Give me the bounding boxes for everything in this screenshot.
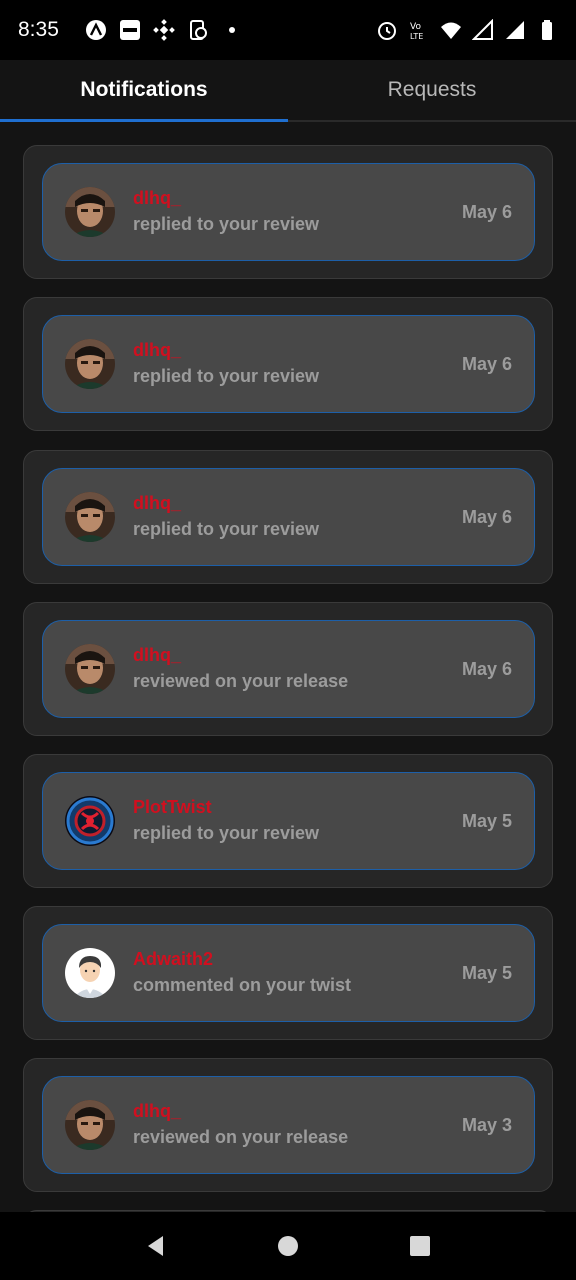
notification-card: dlhq_ replied to your review May 6 xyxy=(23,450,553,584)
avatar[interactable] xyxy=(65,187,115,237)
avatar[interactable] xyxy=(65,1100,115,1150)
notification-list: dlhq_ replied to your review May 6 dlhq_… xyxy=(0,124,576,1212)
notification-date: May 3 xyxy=(461,1114,512,1135)
signal-icon-2 xyxy=(504,19,526,41)
notification-action: replied to your review xyxy=(133,519,320,539)
avatar[interactable] xyxy=(65,796,115,846)
notification-username[interactable]: dlhq_ xyxy=(133,186,462,210)
notification-date: May 6 xyxy=(461,353,512,374)
status-bar: 8:35 Vo LTE xyxy=(0,0,576,60)
avatar[interactable] xyxy=(65,492,115,542)
notification-date: May 6 xyxy=(461,201,512,222)
recents-icon[interactable] xyxy=(400,1226,440,1266)
notification-card: PlotTwist replied to your review May 5 xyxy=(23,754,553,888)
notification-action: replied to your review xyxy=(133,823,320,843)
avatar[interactable] xyxy=(65,948,115,998)
battery-icon xyxy=(536,19,558,41)
notification-date: May 5 xyxy=(461,962,512,983)
notification-username[interactable]: dlhq_ xyxy=(133,1099,462,1123)
notification-item[interactable]: dlhq_ reviewed on your release May 6 xyxy=(42,620,535,718)
notification-card: dlhq_ replied to your review May 6 xyxy=(23,145,553,279)
alarm-icon xyxy=(376,19,398,41)
blinkit-icon xyxy=(119,19,141,41)
notification-card: dlhq_ reviewed on your release May 3 xyxy=(23,1058,553,1192)
home-icon[interactable] xyxy=(268,1226,308,1266)
wifi-icon xyxy=(440,19,462,41)
notification-item[interactable]: Adwaith2 commented on your twist May 5 xyxy=(42,924,535,1022)
notification-username[interactable]: dlhq_ xyxy=(133,643,462,667)
notification-action: replied to your review xyxy=(133,366,320,386)
tab-notifications[interactable]: Notifications xyxy=(0,60,288,122)
svg-text:LTE: LTE xyxy=(410,32,423,41)
notification-card: dlhq_ reviewed on your release May 6 xyxy=(23,602,553,736)
notification-item[interactable]: dlhq_ replied to your review May 6 xyxy=(42,315,535,413)
avatar[interactable] xyxy=(65,644,115,694)
notification-action: commented on your twist xyxy=(133,975,352,995)
status-time: 8:35 xyxy=(18,18,59,41)
notification-action: replied to your review xyxy=(133,214,320,234)
notification-item[interactable]: dlhq_ reviewed on your release May 3 xyxy=(42,1076,535,1174)
avatar[interactable] xyxy=(65,339,115,389)
notification-date: May 5 xyxy=(461,810,512,831)
app-icon-a xyxy=(85,19,107,41)
dot-icon xyxy=(221,19,243,41)
notification-username[interactable]: dlhq_ xyxy=(133,491,462,515)
tab-bar: Notifications Requests xyxy=(0,60,576,122)
notification-username[interactable]: PlotTwist xyxy=(133,795,462,819)
svg-text:Vo: Vo xyxy=(410,22,421,32)
notification-date: May 6 xyxy=(461,658,512,679)
system-nav-bar xyxy=(0,1212,576,1280)
notification-action: reviewed on your release xyxy=(133,671,349,691)
back-icon[interactable] xyxy=(136,1226,176,1266)
volte-icon: Vo LTE xyxy=(408,19,430,41)
notification-item[interactable]: dlhq_ replied to your review May 6 xyxy=(42,163,535,261)
notification-username[interactable]: dlhq_ xyxy=(133,338,462,362)
sync-icon xyxy=(187,19,209,41)
notification-item[interactable]: PlotTwist replied to your review May 5 xyxy=(42,772,535,870)
notification-username[interactable]: Adwaith2 xyxy=(133,947,462,971)
notification-item[interactable]: dlhq_ replied to your review May 6 xyxy=(42,468,535,566)
signal-icon xyxy=(472,19,494,41)
notification-action: reviewed on your release xyxy=(133,1127,349,1147)
binance-icon xyxy=(153,19,175,41)
notification-card: dlhq_ replied to your review May 6 xyxy=(23,297,553,431)
notification-date: May 6 xyxy=(461,506,512,527)
notification-card: Adwaith2 commented on your twist May 5 xyxy=(23,906,553,1040)
tab-requests[interactable]: Requests xyxy=(288,60,576,120)
